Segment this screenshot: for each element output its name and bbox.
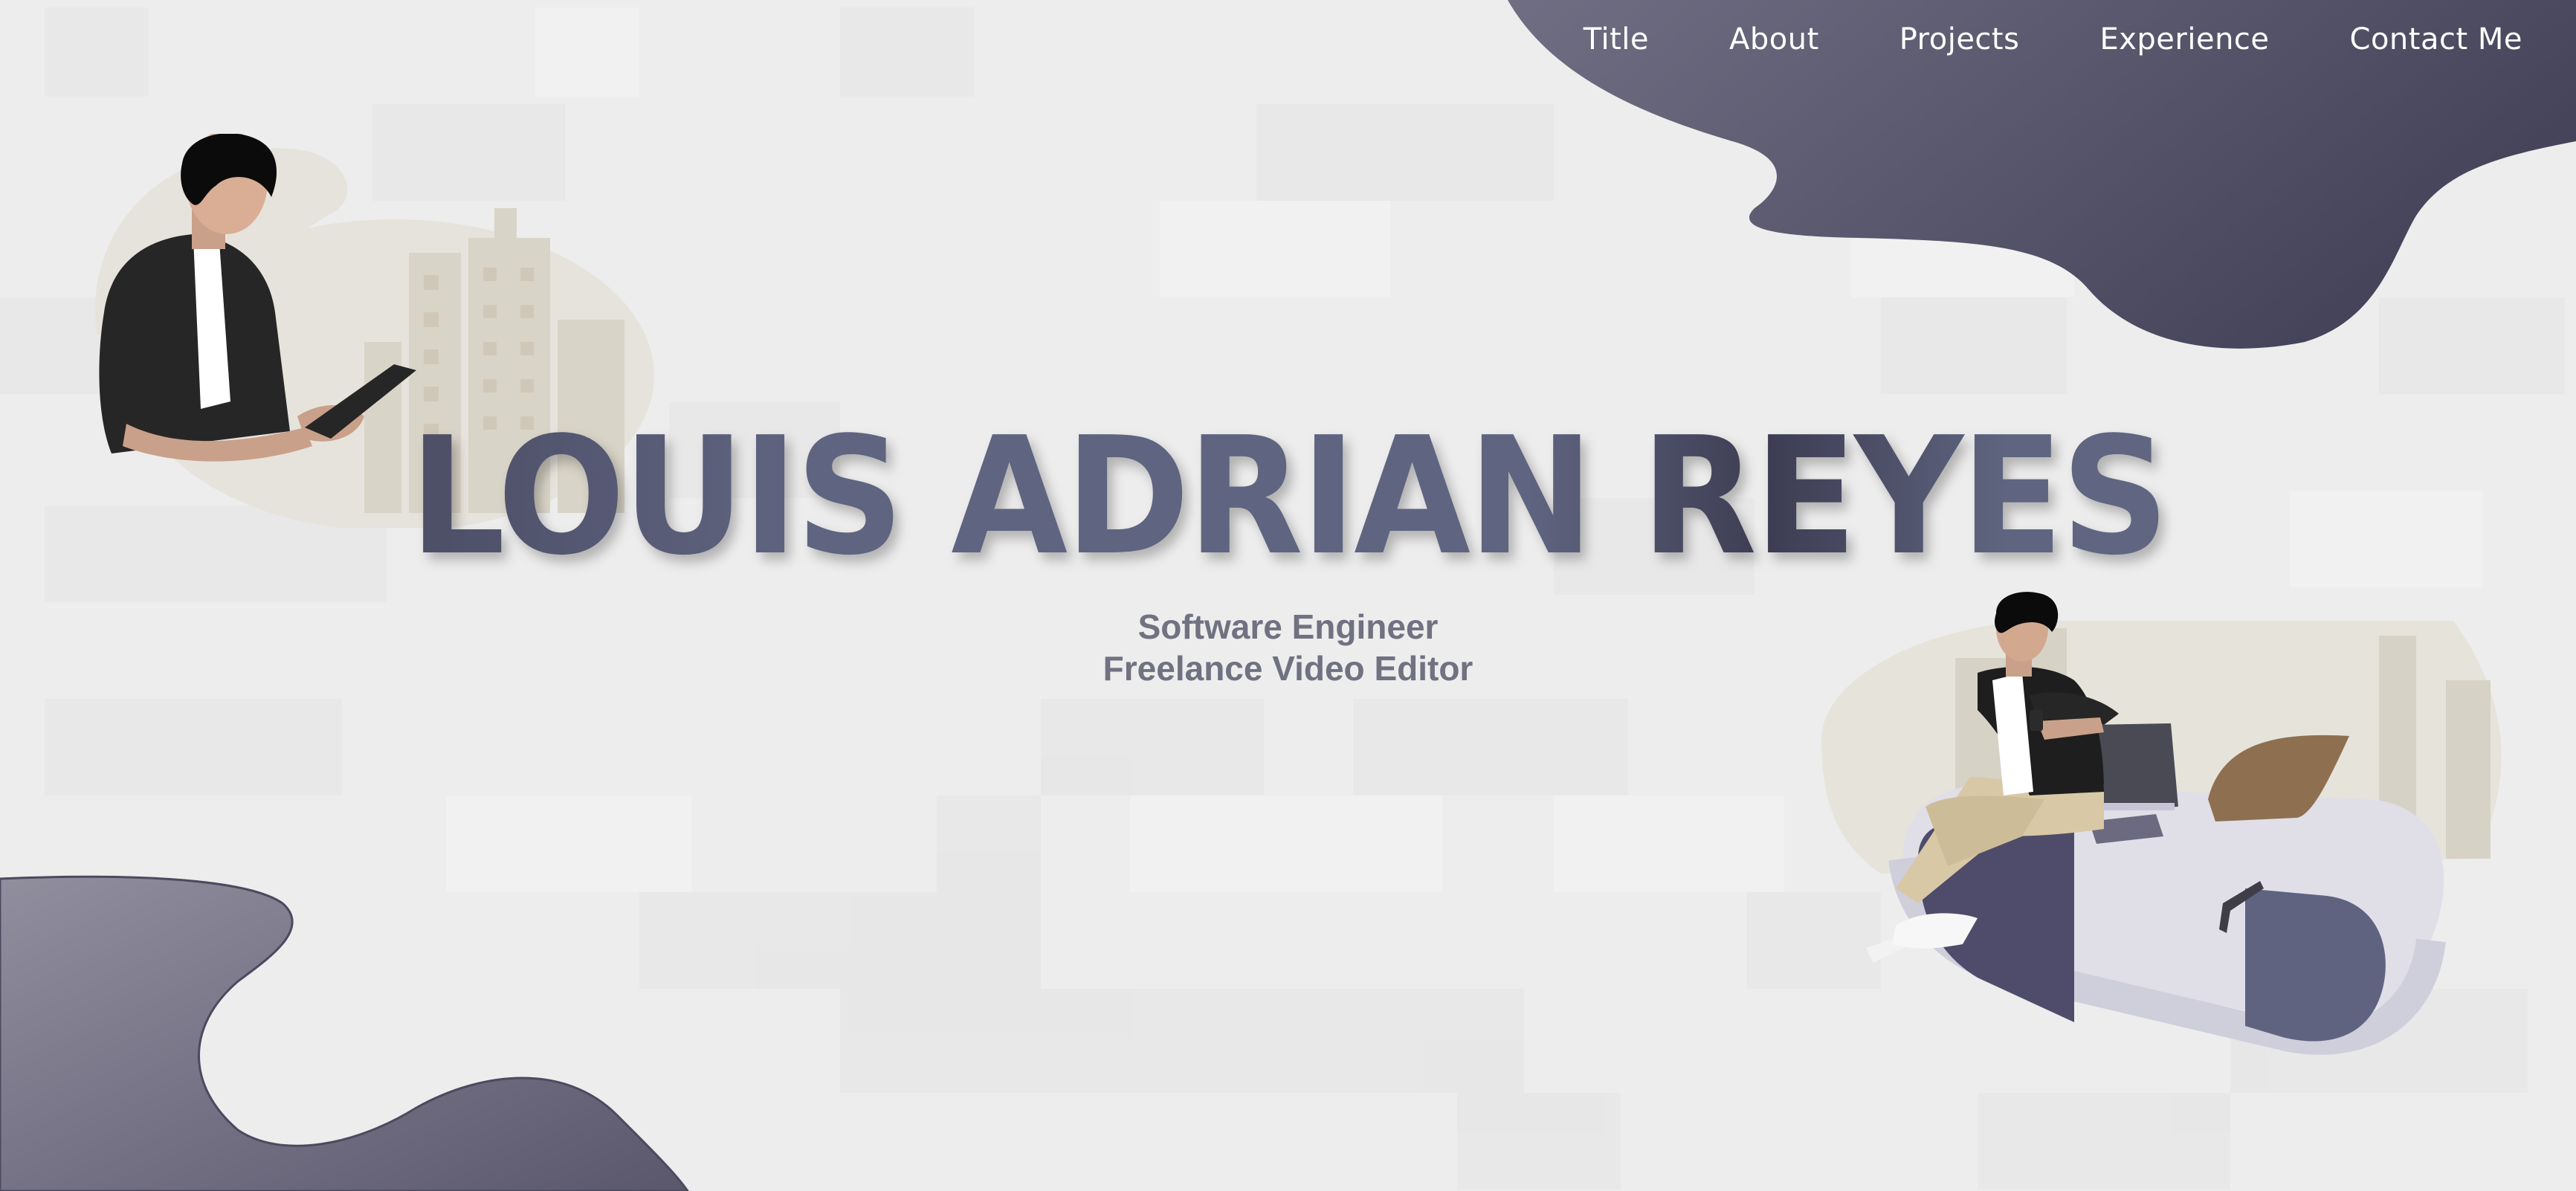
nav-experience[interactable]: Experience	[2099, 22, 2269, 57]
nav-contact-me[interactable]: Contact Me	[2350, 22, 2522, 57]
role-freelance-video-editor: Freelance Video Editor	[1103, 649, 1473, 688]
hero-name: LOUIS ADRIAN REYES	[90, 416, 2485, 578]
main-nav: Title About Projects Experience Contact …	[1584, 22, 2522, 57]
landing-page: Title About Projects Experience Contact …	[0, 0, 2576, 1191]
role-software-engineer: Software Engineer	[1137, 607, 1439, 646]
nav-about[interactable]: About	[1729, 22, 1819, 57]
nav-projects[interactable]: Projects	[1899, 22, 2020, 57]
nav-title[interactable]: Title	[1584, 22, 1649, 57]
